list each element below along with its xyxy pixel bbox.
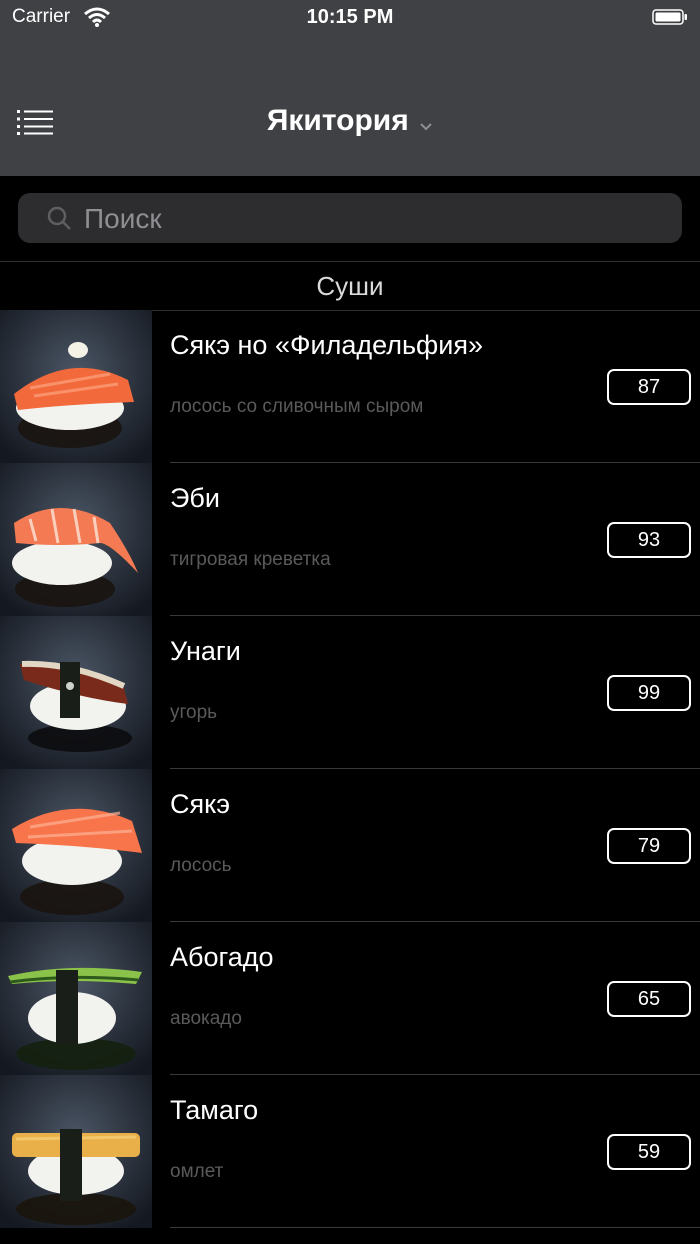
- list-item[interactable]: Абогадо авокадо 65: [0, 922, 700, 1075]
- menu-list: Сякэ но «Филадельфия» лосось со сливочны…: [0, 310, 700, 1228]
- list-item[interactable]: Тамаго омлет 59: [0, 1075, 700, 1228]
- chevron-down-icon: [420, 123, 432, 131]
- list-item[interactable]: Унаги угорь 99: [0, 616, 700, 769]
- item-name: Эби: [170, 483, 220, 513]
- search-input[interactable]: [82, 199, 666, 239]
- price-badge: 93: [607, 522, 691, 558]
- item-name: Тамаго: [170, 1095, 259, 1125]
- section-header: Суши: [0, 261, 700, 311]
- sushi-image: [0, 310, 152, 463]
- list-item[interactable]: Эби тигровая креветка 93: [0, 463, 700, 616]
- item-name: Сякэ: [170, 789, 231, 819]
- item-name: Сякэ но «Филадельфия»: [170, 330, 483, 360]
- sushi-image: [0, 463, 152, 616]
- price-badge: 65: [607, 981, 691, 1017]
- sushi-image: [0, 1075, 152, 1228]
- item-description: омлет: [170, 1161, 224, 1182]
- item-name: Абогадо: [170, 942, 274, 972]
- search-field[interactable]: [18, 193, 682, 243]
- sushi-image: [0, 922, 152, 1075]
- price-badge: 79: [607, 828, 691, 864]
- list-item[interactable]: Сякэ лосось 79: [0, 769, 700, 922]
- price-badge: 87: [607, 369, 691, 405]
- item-description: авокадо: [170, 1008, 242, 1029]
- status-bar: Carrier 10:15 PM: [0, 0, 700, 36]
- sushi-image: [0, 769, 152, 922]
- list-item[interactable]: Сякэ но «Филадельфия» лосось со сливочны…: [0, 310, 700, 463]
- item-description: тигровая креветка: [170, 549, 331, 570]
- item-description: лосось со сливочным сыром: [170, 396, 424, 417]
- nav-title: Якитория: [266, 104, 409, 137]
- price-badge: 59: [607, 1134, 691, 1170]
- battery-icon: [652, 9, 687, 25]
- restaurant-selector[interactable]: Якитория: [0, 104, 700, 138]
- item-name: Унаги: [170, 636, 241, 666]
- search-bar: [0, 176, 700, 260]
- item-description: лосось: [170, 855, 232, 876]
- status-time: 10:15 PM: [306, 6, 394, 28]
- row-divider: [170, 1227, 700, 1228]
- price-badge: 99: [607, 675, 691, 711]
- navigation-bar: Якитория: [0, 36, 700, 176]
- item-description: угорь: [170, 702, 218, 723]
- sushi-image: [0, 616, 152, 769]
- search-icon: [47, 206, 71, 230]
